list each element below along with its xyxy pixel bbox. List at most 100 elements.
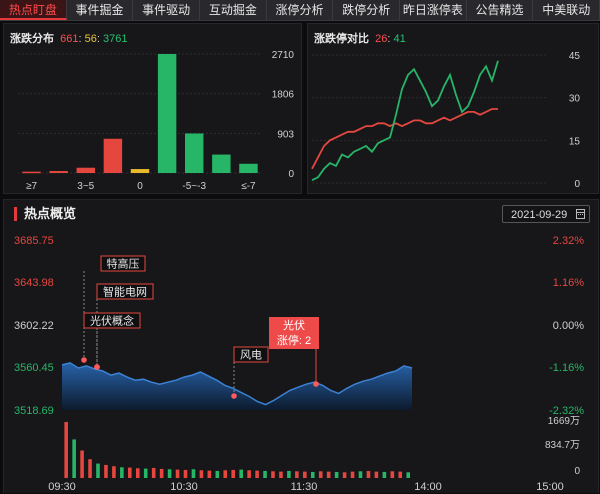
event-tag-label-3: 光伏概念 xyxy=(90,314,134,328)
bar-1 xyxy=(22,171,41,174)
index-area xyxy=(62,362,412,410)
tab-1[interactable]: 热点盯盘 xyxy=(0,0,67,20)
bar-8 xyxy=(212,154,231,173)
y-tick-label: 45 xyxy=(569,51,581,62)
pct-label-1: 2.32% xyxy=(553,235,584,247)
pct-label-3: 0.00% xyxy=(553,320,584,332)
volume-bar xyxy=(80,450,84,478)
x-tick-label: ≥7 xyxy=(26,181,37,192)
bar-3 xyxy=(76,167,95,173)
y-tick-label: 0 xyxy=(574,179,580,190)
y-tick-label: 30 xyxy=(569,94,581,105)
volume-bar xyxy=(239,469,243,478)
bar-9 xyxy=(239,163,258,173)
volume-bar xyxy=(303,471,307,478)
event-tag-label-4: 风电 xyxy=(240,349,262,362)
volume-bar xyxy=(390,471,395,478)
volume-bar xyxy=(191,469,196,478)
y-tick-label: 15 xyxy=(569,136,581,147)
time-label-2: 10:30 xyxy=(170,481,198,493)
volume-bar xyxy=(223,470,228,478)
limit-ratio-panel: 涨跌停对比 26: 41 45 30 15 0 xyxy=(307,23,599,194)
y-tick-label: 2710 xyxy=(272,50,295,61)
tag-dot xyxy=(81,357,87,363)
volume-bar xyxy=(350,471,355,478)
volume-bar xyxy=(406,472,411,478)
distribution-chart: 2710 1806 903 0 ≥7 3~5 0 -5~-3 ≤-7 xyxy=(18,50,295,192)
volume-bar xyxy=(255,470,259,478)
bar-6 xyxy=(157,54,177,173)
x-tick-label: ≤-7 xyxy=(241,181,256,192)
tab-3[interactable]: 事件驱动 xyxy=(133,0,201,20)
y-tick-label: 1806 xyxy=(272,90,295,101)
event-tag-label-1: 特高压 xyxy=(107,257,140,271)
tab-2[interactable]: 事件掘金 xyxy=(66,0,134,20)
volume-bar xyxy=(295,471,299,478)
volume-label-2: 834.7万 xyxy=(545,440,580,451)
tag-dot xyxy=(94,364,100,370)
bar-2 xyxy=(49,171,68,173)
volume-bar xyxy=(271,471,275,478)
volume-bar xyxy=(159,468,164,478)
volume-bar xyxy=(135,468,140,478)
time-label-3: 11:30 xyxy=(291,481,318,493)
price-label-3: 3602.22 xyxy=(14,320,54,332)
tab-6[interactable]: 跌停分析 xyxy=(333,0,401,20)
volume-bar xyxy=(318,471,323,478)
intraday-chart: 3685.75 3643.98 3602.22 3560.45 3518.69 2.32%… xyxy=(14,235,584,493)
tab-8[interactable]: 公告精选 xyxy=(466,0,534,20)
event-tag-sub-5: 涨停: 2 xyxy=(277,333,311,347)
x-tick-label: -5~-3 xyxy=(182,181,206,192)
event-tag-label-2: 智能电网 xyxy=(103,285,147,299)
volume-bar xyxy=(167,469,172,478)
volume-bar xyxy=(96,463,100,478)
volume-bar xyxy=(120,467,124,478)
y-tick-label: 903 xyxy=(277,129,294,140)
top-tab-bar: 热点盯盘事件掘金事件驱动互动掘金涨停分析跌停分析昨日涨停表现公告精选中美联动 xyxy=(0,0,600,37)
x-tick-label: 0 xyxy=(137,181,143,192)
volume-bar xyxy=(88,459,92,478)
price-label-4: 3560.45 xyxy=(14,362,54,374)
distribution-panel: 涨跌分布 661: 56: 3761 2710 1806 903 0 ≥7 3~5 0 -5~… xyxy=(3,23,302,194)
pct-label-2: 1.16% xyxy=(553,277,584,289)
limit-down-line xyxy=(311,60,499,182)
volume-bar xyxy=(183,469,188,478)
tab-5[interactable]: 涨停分析 xyxy=(266,0,334,20)
volume-bar xyxy=(374,471,379,478)
tag-dot xyxy=(313,381,319,387)
volume-bar xyxy=(287,470,291,478)
y-tick-label: 0 xyxy=(288,169,294,180)
volume-bar xyxy=(231,469,236,478)
volume-bar xyxy=(215,470,220,478)
volume-bar xyxy=(151,467,156,478)
volume-bar xyxy=(64,422,68,478)
price-label-5: 3518.69 xyxy=(14,405,54,417)
tag-dot xyxy=(231,393,237,399)
tab-7[interactable]: 昨日涨停表现 xyxy=(400,0,467,37)
volume-bar xyxy=(334,471,339,478)
volume-bar xyxy=(143,468,148,478)
x-tick-label: 3~5 xyxy=(77,181,94,192)
volume-label-1: 1669万 xyxy=(548,416,580,427)
pct-label-4: -1.16% xyxy=(549,362,584,374)
time-label-4: 14:00 xyxy=(414,481,442,493)
tab-4[interactable]: 互动掘金 xyxy=(200,0,267,20)
volume-bar xyxy=(398,471,403,478)
volume-bar xyxy=(326,471,331,478)
price-label-2: 3643.98 xyxy=(14,277,54,289)
volume-bar xyxy=(72,439,76,478)
volume-bar xyxy=(112,466,116,478)
time-label-5: 15:00 xyxy=(536,481,564,493)
volume-bar xyxy=(279,471,283,478)
volume-bar xyxy=(247,470,251,478)
event-tag-label-5: 光伏 xyxy=(283,318,305,332)
volume-bar xyxy=(175,469,180,478)
volume-bar xyxy=(199,470,204,478)
hot-overview-panel: 热点概览 2021-09-29 3685.75 3643.98 3602.22 356… xyxy=(3,199,599,493)
bar-7 xyxy=(185,133,204,173)
volume-bar xyxy=(342,472,347,478)
time-label-1: 09:30 xyxy=(48,481,76,493)
volume-bar xyxy=(382,471,387,478)
tab-9[interactable]: 中美联动 xyxy=(533,0,600,20)
volume-bar xyxy=(310,471,315,478)
